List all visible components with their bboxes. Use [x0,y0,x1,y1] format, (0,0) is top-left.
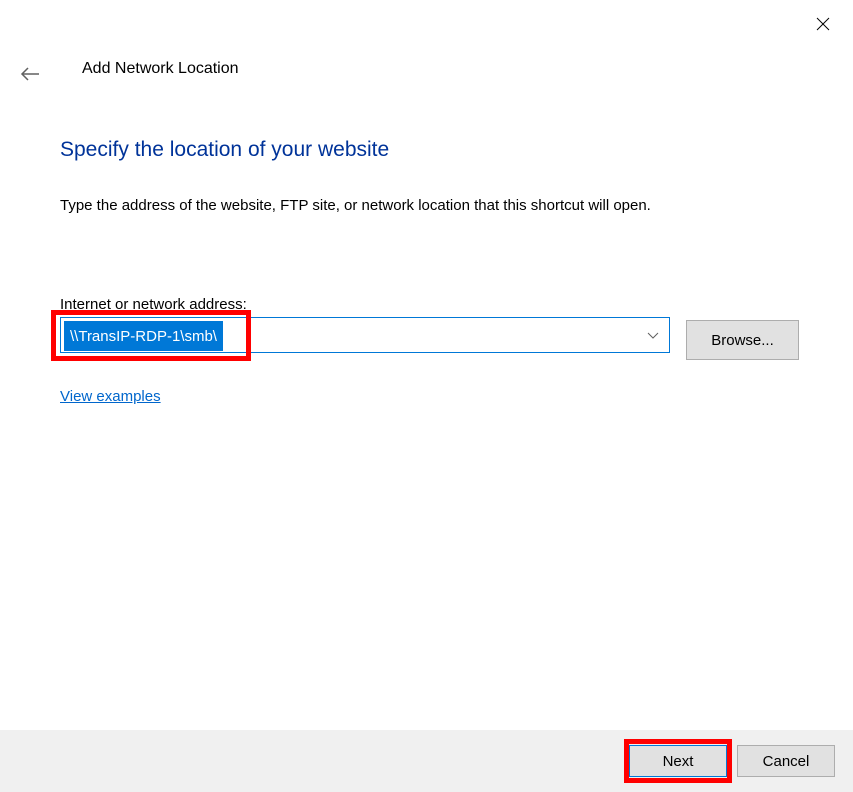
page-description: Type the address of the website, FTP sit… [60,197,651,214]
address-combobox[interactable]: \\TransIP-RDP-1\smb\ [60,317,670,353]
next-button[interactable]: Next [629,745,727,777]
wizard-title: Add Network Location [82,60,239,78]
cancel-button[interactable]: Cancel [737,745,835,777]
browse-button[interactable]: Browse... [686,320,799,360]
back-arrow-icon [20,66,40,82]
address-input-label: Internet or network address: [60,296,247,313]
close-button[interactable] [811,12,835,36]
wizard-footer: Next Cancel [0,730,853,792]
chevron-down-icon[interactable] [647,327,659,343]
page-heading: Specify the location of your website [60,138,389,162]
view-examples-link[interactable]: View examples [60,388,161,405]
close-icon [816,17,830,31]
back-button[interactable] [18,62,42,86]
address-input-value: \\TransIP-RDP-1\smb\ [64,321,223,351]
